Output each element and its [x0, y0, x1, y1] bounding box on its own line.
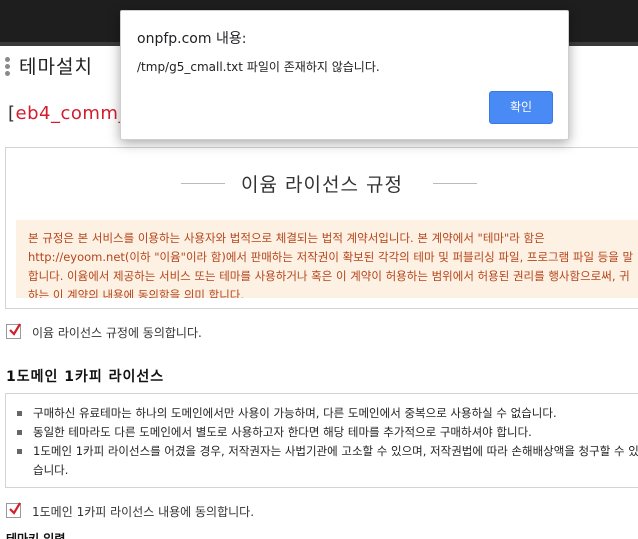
title-divider-left [181, 183, 225, 184]
license-box[interactable]: 이윰 라이선스 규정 본 규정은 본 서비스를 이용하는 사용자와 법적으로 체… [5, 147, 638, 309]
alert-dialog: onpfp.com 내용: /tmp/g5_cmall.txt 파일이 존재하지… [120, 10, 569, 140]
vertical-dots-icon [4, 57, 12, 76]
dialog-ok-button[interactable]: 확인 [489, 91, 553, 124]
title-divider-right [433, 183, 477, 184]
bullet-icon [17, 430, 22, 435]
domain-agree-checkbox[interactable] [6, 502, 21, 518]
theme-name-heading: [eb4_comm_ [8, 103, 128, 124]
page-title: 테마설치 [19, 56, 93, 78]
list-item: 구매하신 유료테마는 하나의 도메인에서만 사용이 가능하며, 다른 도메인에서… [16, 404, 638, 423]
license-text: 본 규정은 본 서비스를 이용하는 사용자와 법적으로 체결되는 법적 계약서입… [16, 220, 638, 298]
list-item-text: 구매하신 유료테마는 하나의 도메인에서만 사용이 가능하며, 다른 도메인에서… [33, 406, 557, 420]
domain-license-title: 1도메인 1카피 라이선스 [6, 369, 165, 385]
domain-license-list: 구매하신 유료테마는 하나의 도메인에서만 사용이 가능하며, 다른 도메인에서… [16, 404, 638, 480]
domain-license-box: 구매하신 유료테마는 하나의 도메인에서만 사용이 가능하며, 다른 도메인에서… [5, 393, 638, 488]
license-agree-label: 이윰 라이선스 규정에 동의합니다. [32, 326, 202, 340]
license-title-row: 이윰 라이선스 규정 [181, 170, 481, 198]
dialog-message: /tmp/g5_cmall.txt 파일이 존재하지 않습니다. [137, 60, 380, 74]
bullet-icon [17, 411, 22, 416]
check-icon [9, 323, 21, 336]
dialog-origin: onpfp.com 내용: [137, 31, 247, 47]
check-icon [9, 502, 21, 515]
theme-name-text: eb4_comm_ [15, 103, 128, 124]
bullet-icon [17, 449, 22, 454]
list-item: 동일한 테마라도 다른 도메인에서 별도로 사용하고자 한다면 해당 테마를 추… [16, 423, 638, 442]
theme-key-title: 테마키 입력 [6, 532, 66, 539]
theme-name-bracket: [ [8, 103, 16, 124]
license-title: 이윰 라이선스 규정 [241, 174, 403, 196]
list-item-text: 동일한 테마라도 다른 도메인에서 별도로 사용하고자 한다면 해당 테마를 추… [33, 425, 532, 439]
license-agree-checkbox[interactable] [6, 323, 21, 339]
list-item-text: 1도메인 1카피 라이선스를 어겼을 경우, 저작권자는 사법기관에 고소할 수… [33, 444, 638, 477]
domain-agree-label: 1도메인 1카피 라이선스 내용에 동의합니다. [32, 505, 255, 519]
list-item: 1도메인 1카피 라이선스를 어겼을 경우, 저작권자는 사법기관에 고소할 수… [16, 442, 638, 480]
